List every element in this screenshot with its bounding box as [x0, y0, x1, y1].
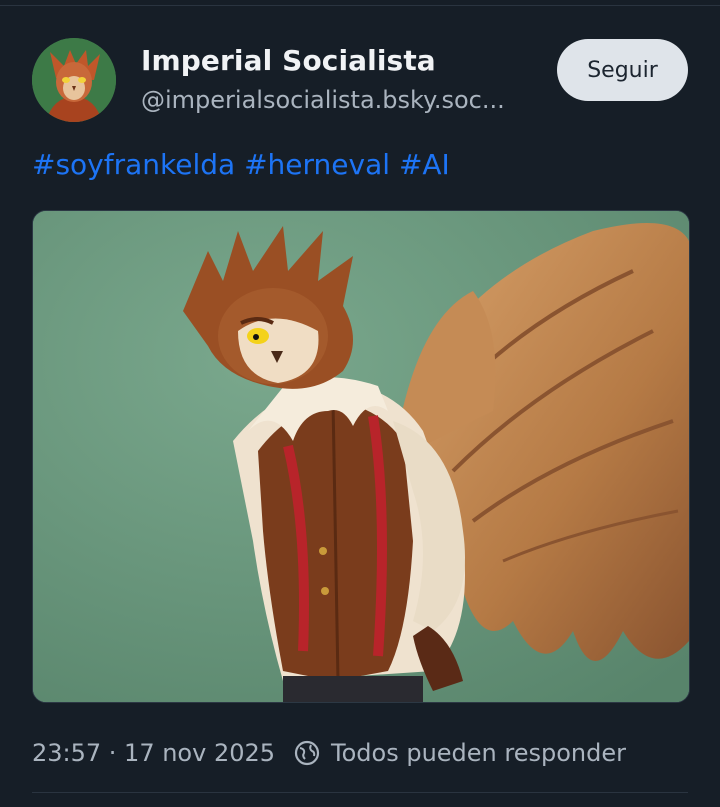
post-image[interactable] — [32, 210, 690, 703]
author-handle[interactable]: @imperialsocialista.bsky.soc... — [141, 86, 505, 114]
post: Imperial Socialista @imperialsocialista.… — [0, 0, 720, 807]
reply-setting-label: Todos pueden responder — [331, 739, 627, 767]
follow-button[interactable]: Seguir — [557, 39, 688, 101]
post-timestamp[interactable]: 23:57 · 17 nov 2025 — [32, 739, 275, 767]
post-meta: 23:57 · 17 nov 2025 Todos pueden respond… — [32, 736, 626, 770]
bottom-divider — [32, 792, 688, 793]
author-display-name[interactable]: Imperial Socialista — [141, 44, 436, 77]
hashtag-ai[interactable]: #AI — [399, 148, 450, 181]
hashtag-herneval[interactable]: #herneval — [244, 148, 390, 181]
owl-character-illustration — [33, 211, 689, 702]
earth-icon — [293, 739, 321, 767]
hashtag-soyfrankelda[interactable]: #soyfrankelda — [32, 148, 235, 181]
avatar-image — [32, 38, 116, 122]
avatar[interactable] — [32, 38, 116, 122]
post-text: #soyfrankelda #herneval #AI — [32, 148, 450, 181]
